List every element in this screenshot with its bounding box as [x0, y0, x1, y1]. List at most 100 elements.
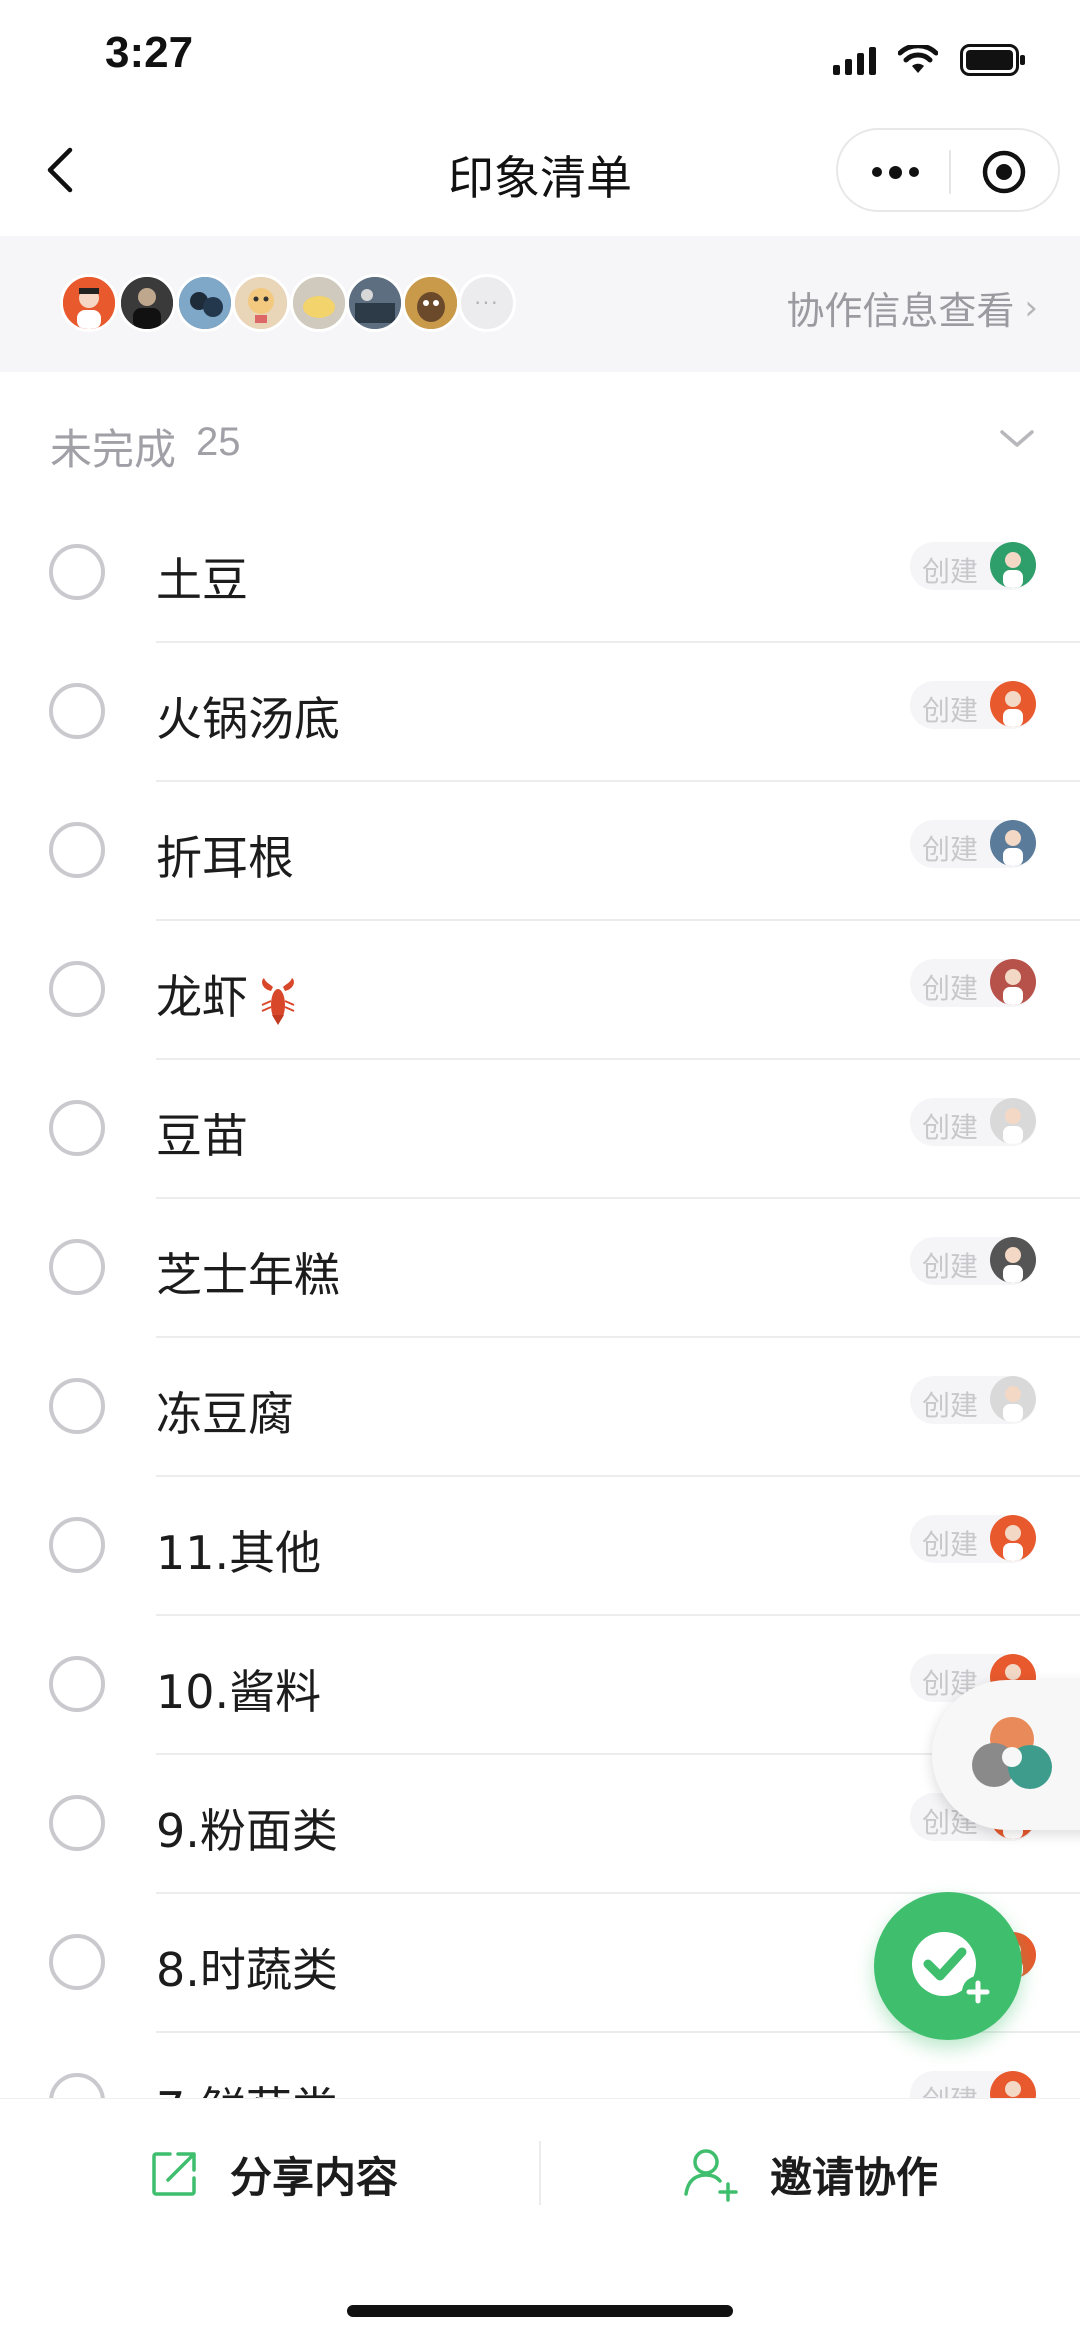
share-content-button[interactable]: 分享内容 [148, 2139, 398, 2209]
task-text[interactable]: 11.其他 [156, 1517, 321, 1583]
task-text[interactable]: 8.时蔬类 [156, 1934, 338, 2000]
more-collaborators-button[interactable]: ··· [458, 274, 516, 332]
task-checkbox[interactable] [49, 1934, 105, 1990]
task-list[interactable]: 土豆 创建 火锅汤底 创建 折耳根 创建 龙虾 创建 豆苗 创建 芝士年糕 创建 冻豆腐 创建 11.其他创… [0, 504, 1080, 2098]
task-text[interactable]: 冻豆腐 [156, 1378, 294, 1444]
creator-avatar [990, 681, 1036, 727]
task-label: 9.粉面类 [156, 1804, 338, 1858]
creator-tag[interactable]: 创建 [910, 1376, 1036, 1424]
status-icons [833, 40, 1026, 80]
floating-app-logo[interactable] [932, 1680, 1080, 1830]
task-text[interactable]: 7.鲜菇类 [156, 2073, 338, 2098]
task-row[interactable]: 9.粉面类 创建 [0, 1755, 1080, 1894]
task-checkbox[interactable] [49, 1656, 105, 1712]
collab-link-label: 协作信息查看 [786, 289, 1015, 333]
task-checkbox[interactable] [49, 2073, 105, 2098]
task-row[interactable]: 火锅汤底 创建 [0, 643, 1080, 782]
task-checkbox[interactable] [49, 822, 105, 878]
task-text[interactable]: 土豆 [156, 544, 248, 610]
creator-tag[interactable]: 创建 [910, 959, 1036, 1007]
task-row[interactable]: 芝士年糕 创建 [0, 1199, 1080, 1338]
more-collaborators-dots: ··· [474, 291, 500, 315]
creator-avatar [990, 1515, 1036, 1561]
task-checkbox[interactable] [49, 1517, 105, 1573]
chevron-down-icon[interactable] [994, 418, 1040, 458]
avatar[interactable] [60, 274, 118, 332]
app-logo-icon [972, 1717, 1052, 1789]
task-checkbox[interactable] [49, 1239, 105, 1295]
close-miniprogram-icon[interactable] [980, 148, 1028, 196]
wifi-icon [898, 45, 938, 75]
share-label: 分享内容 [230, 2152, 399, 2202]
task-label: 8.时蔬类 [156, 1943, 338, 1997]
creator-tag-label: 创建 [922, 1389, 979, 1422]
section-title: 未完成 [50, 425, 177, 474]
creator-avatar [990, 1376, 1036, 1422]
task-checkbox[interactable] [49, 1795, 105, 1851]
task-row[interactable]: 土豆 创建 [0, 504, 1080, 643]
creator-tag[interactable]: 创建 [910, 1098, 1036, 1146]
task-text[interactable]: 豆苗 [156, 1100, 248, 1166]
creator-tag[interactable]: 创建 [910, 681, 1036, 729]
task-label: 11.其他 [156, 1526, 322, 1580]
home-indicator [347, 2305, 733, 2317]
task-label: 芝士年糕 [156, 1248, 340, 1302]
task-text[interactable]: 10.酱料 [156, 1656, 321, 1722]
chevron-right-icon: › [1024, 287, 1038, 328]
task-text[interactable]: 折耳根 [156, 822, 294, 888]
miniprogram-capsule [836, 128, 1060, 212]
invite-label: 邀请协作 [770, 2152, 939, 2202]
avatar[interactable] [232, 274, 290, 332]
task-row[interactable]: 龙虾 创建 [0, 921, 1080, 1060]
task-label: 龙虾 [156, 970, 248, 1024]
task-checkbox[interactable] [49, 544, 105, 600]
creator-avatar [990, 542, 1036, 588]
creator-avatar [990, 959, 1036, 1005]
task-checkbox[interactable] [49, 1100, 105, 1156]
task-text[interactable]: 芝士年糕 [156, 1239, 340, 1305]
more-icon[interactable] [860, 150, 930, 194]
invite-collaborator-button[interactable]: 邀请协作 [680, 2139, 938, 2209]
share-icon [152, 2152, 196, 2196]
task-checkbox[interactable] [49, 1378, 105, 1434]
task-row[interactable]: 11.其他 创建 [0, 1477, 1080, 1616]
task-row[interactable]: 10.酱料 创建 [0, 1616, 1080, 1755]
creator-tag-label: 创建 [922, 555, 979, 588]
creator-tag[interactable]: 创建 [910, 542, 1036, 590]
creator-tag-label: 创建 [922, 1250, 979, 1283]
creator-tag[interactable]: 创建 [910, 1237, 1036, 1285]
avatar[interactable] [290, 274, 348, 332]
avatar[interactable] [346, 274, 404, 332]
task-label: 折耳根 [156, 831, 294, 885]
creator-tag-label: 创建 [922, 2079, 978, 2098]
creator-avatar [990, 820, 1036, 866]
signal-icon [833, 45, 876, 75]
add-task-button[interactable] [874, 1892, 1022, 2040]
avatar[interactable] [118, 274, 176, 332]
view-collaboration-info-link[interactable]: 协作信息查看 › [786, 280, 1038, 335]
task-label: 7.鲜菇类 [156, 2082, 338, 2098]
creator-tag[interactable]: 创建 [910, 1515, 1036, 1563]
task-checkbox[interactable] [49, 961, 105, 1017]
task-row[interactable]: 冻豆腐 创建 [0, 1338, 1080, 1477]
creator-tag-label: 创建 [922, 833, 979, 866]
task-row[interactable]: 豆苗 创建 [0, 1060, 1080, 1199]
creator-tag-label: 创建 [922, 694, 979, 727]
collaborators-bar[interactable]: ··· 协作信息查看 › [0, 236, 1080, 372]
task-label: 豆苗 [156, 1109, 248, 1163]
task-row[interactable]: 7.鲜菇类 创建 [0, 2033, 1080, 2098]
avatar[interactable] [176, 274, 234, 332]
section-count: 25 [196, 420, 241, 464]
creator-tag-label: 创建 [922, 972, 979, 1005]
task-row[interactable]: 折耳根 创建 [0, 782, 1080, 921]
creator-tag[interactable]: 创建 [910, 820, 1036, 868]
avatar[interactable] [402, 274, 460, 332]
task-text[interactable]: 火锅汤底 [156, 683, 340, 749]
task-text[interactable]: 9.粉面类 [156, 1795, 338, 1861]
add-user-icon [684, 2149, 738, 2202]
nav-bar: 印象清单 [0, 110, 1080, 236]
task-text[interactable]: 龙虾 [156, 961, 304, 1027]
incomplete-section-header[interactable]: 未完成 25 [0, 372, 1080, 504]
creator-tag[interactable]: 创建 [910, 2071, 1036, 2098]
task-checkbox[interactable] [49, 683, 105, 739]
